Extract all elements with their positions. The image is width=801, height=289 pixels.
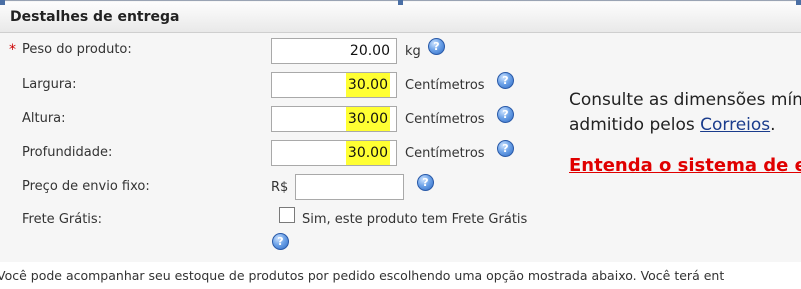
depth-input[interactable]: 30.00: [271, 140, 397, 166]
dimensions-info-text: Consulte as dimensões mín: [569, 90, 801, 110]
dimensions-info-text-2: admitido pelos Correios.: [569, 115, 776, 135]
section-title: Destalhes de entrega: [10, 9, 180, 25]
correios-link[interactable]: Correios: [700, 115, 770, 135]
free-shipping-checkbox-label[interactable]: Sim, este produto tem Frete Grátis: [302, 212, 527, 227]
free-shipping-label: Frete Grátis:: [22, 212, 103, 227]
help-icon[interactable]: ?: [272, 233, 289, 250]
highlighted-value: 30.00: [345, 73, 390, 97]
height-unit: Centímetros: [405, 112, 485, 127]
fixed-shipping-label: Preço de envio fixo:: [22, 179, 150, 194]
width-label: Largura:: [22, 77, 77, 92]
help-icon[interactable]: ?: [417, 174, 434, 191]
help-icon[interactable]: ?: [428, 38, 445, 55]
stock-info-text: Você pode acompanhar seu estoque de prod…: [0, 268, 725, 283]
weight-unit: kg: [405, 44, 421, 59]
required-marker: *: [9, 42, 16, 58]
help-icon[interactable]: ?: [497, 140, 514, 157]
highlighted-value: 30.00: [345, 141, 390, 165]
height-label: Altura:: [22, 111, 66, 126]
help-icon[interactable]: ?: [497, 106, 514, 123]
help-icon[interactable]: ?: [497, 72, 514, 89]
depth-unit: Centímetros: [405, 146, 485, 161]
selection-handle: [398, 0, 403, 5]
currency-label: R$: [271, 180, 289, 195]
entenda-link[interactable]: Entenda o sistema de e: [569, 155, 801, 176]
section-header: Destalhes de entrega: [0, 2, 801, 33]
fixed-shipping-input[interactable]: [295, 174, 404, 200]
width-input[interactable]: 30.00: [271, 72, 397, 98]
height-input[interactable]: 30.00: [271, 106, 397, 132]
depth-label: Profundidade:: [22, 145, 113, 160]
selection-handle: [796, 0, 801, 5]
width-unit: Centímetros: [405, 78, 485, 93]
selection-handle: [0, 0, 5, 5]
weight-label: Peso do produto:: [22, 42, 132, 57]
highlighted-value: 30.00: [345, 107, 390, 131]
free-shipping-checkbox[interactable]: [279, 207, 295, 223]
weight-input[interactable]: 20.00: [271, 38, 397, 64]
